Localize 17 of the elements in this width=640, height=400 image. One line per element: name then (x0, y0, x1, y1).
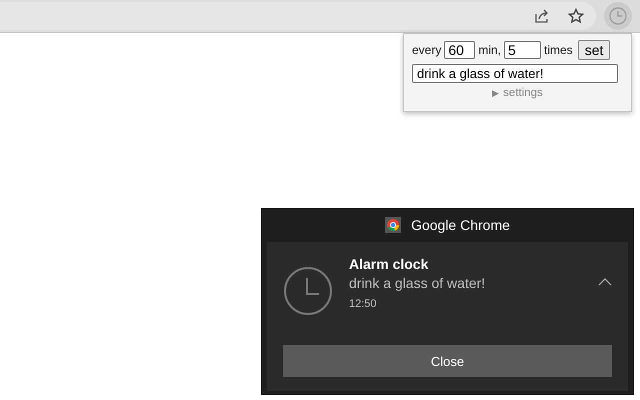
chrome-logo-icon (385, 217, 402, 233)
star-icon[interactable] (568, 8, 584, 24)
times-label: times (544, 43, 573, 57)
min-label: min, (478, 43, 502, 57)
close-button[interactable]: Close (283, 345, 612, 377)
share-icon[interactable] (534, 8, 550, 24)
set-button[interactable]: set (578, 40, 610, 60)
notification-title: Alarm clock (349, 256, 430, 272)
interval-field[interactable]: 60 (444, 41, 476, 59)
count-field[interactable]: 5 (504, 41, 542, 59)
collapse-chevron-icon[interactable] (598, 278, 612, 286)
notification-time: 12:50 (349, 298, 378, 310)
clock-icon (283, 266, 333, 316)
every-label: every (412, 43, 442, 57)
notification-message: drink a glass of water! (349, 275, 486, 291)
message-field[interactable]: drink a glass of water! (412, 64, 618, 83)
app-name: Google Chrome (411, 217, 510, 233)
